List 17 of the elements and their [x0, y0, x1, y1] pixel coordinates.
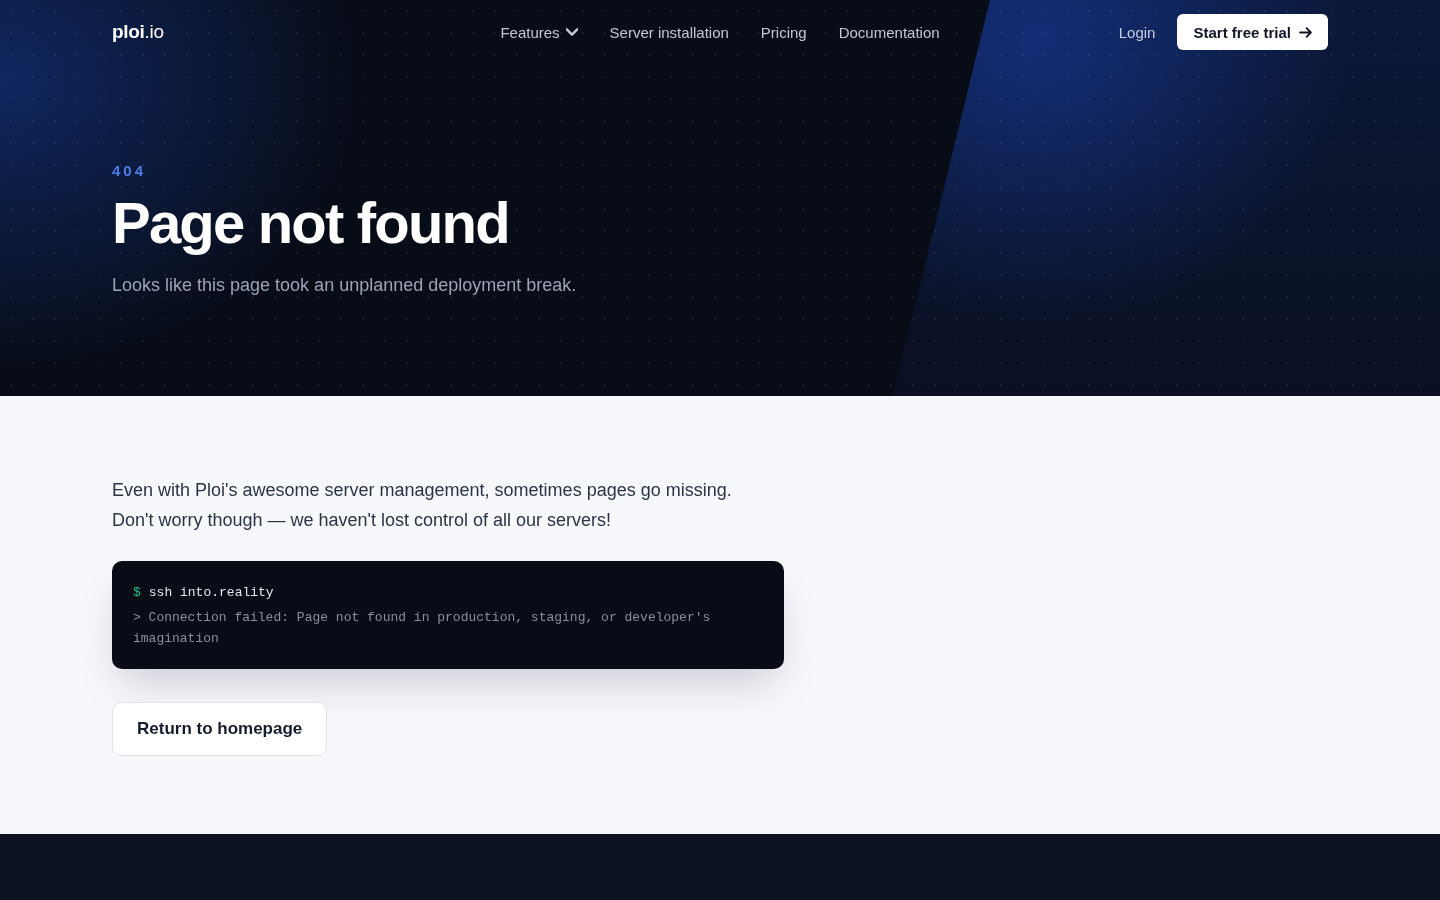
chevron-down-icon — [565, 26, 578, 38]
terminal-output: > Connection failed: Page not found in production, staging, or developer's imagination — [133, 609, 712, 648]
page-subtitle: Looks like this page took an unplanned deployment break. — [112, 274, 578, 297]
terminal-prompt: $ — [133, 584, 141, 602]
start-trial-button[interactable]: Start free trial — [1177, 14, 1328, 50]
nav-link[interactable]: Pricing — [760, 23, 807, 41]
error-code: 404 — [112, 162, 148, 180]
logo[interactable]: ploi.io — [112, 21, 164, 43]
terminal-command: ssh into.reality — [148, 584, 274, 602]
page-title: Page not found — [112, 189, 510, 257]
intro-paragraph: Even with Ploi's awesome server management, sometimes pages go missing. Don't worry though — we haven't lost control of all our servers! — [112, 479, 733, 532]
return-home-button[interactable]: Return to homepage — [112, 702, 328, 756]
login-link[interactable]: Login — [1118, 23, 1156, 41]
nav-dropdown[interactable]: Features — [500, 23, 578, 41]
arrow-right-icon — [1299, 25, 1312, 39]
nav-link[interactable]: Documentation — [838, 23, 940, 41]
nav-link[interactable]: Server installation — [609, 23, 729, 41]
